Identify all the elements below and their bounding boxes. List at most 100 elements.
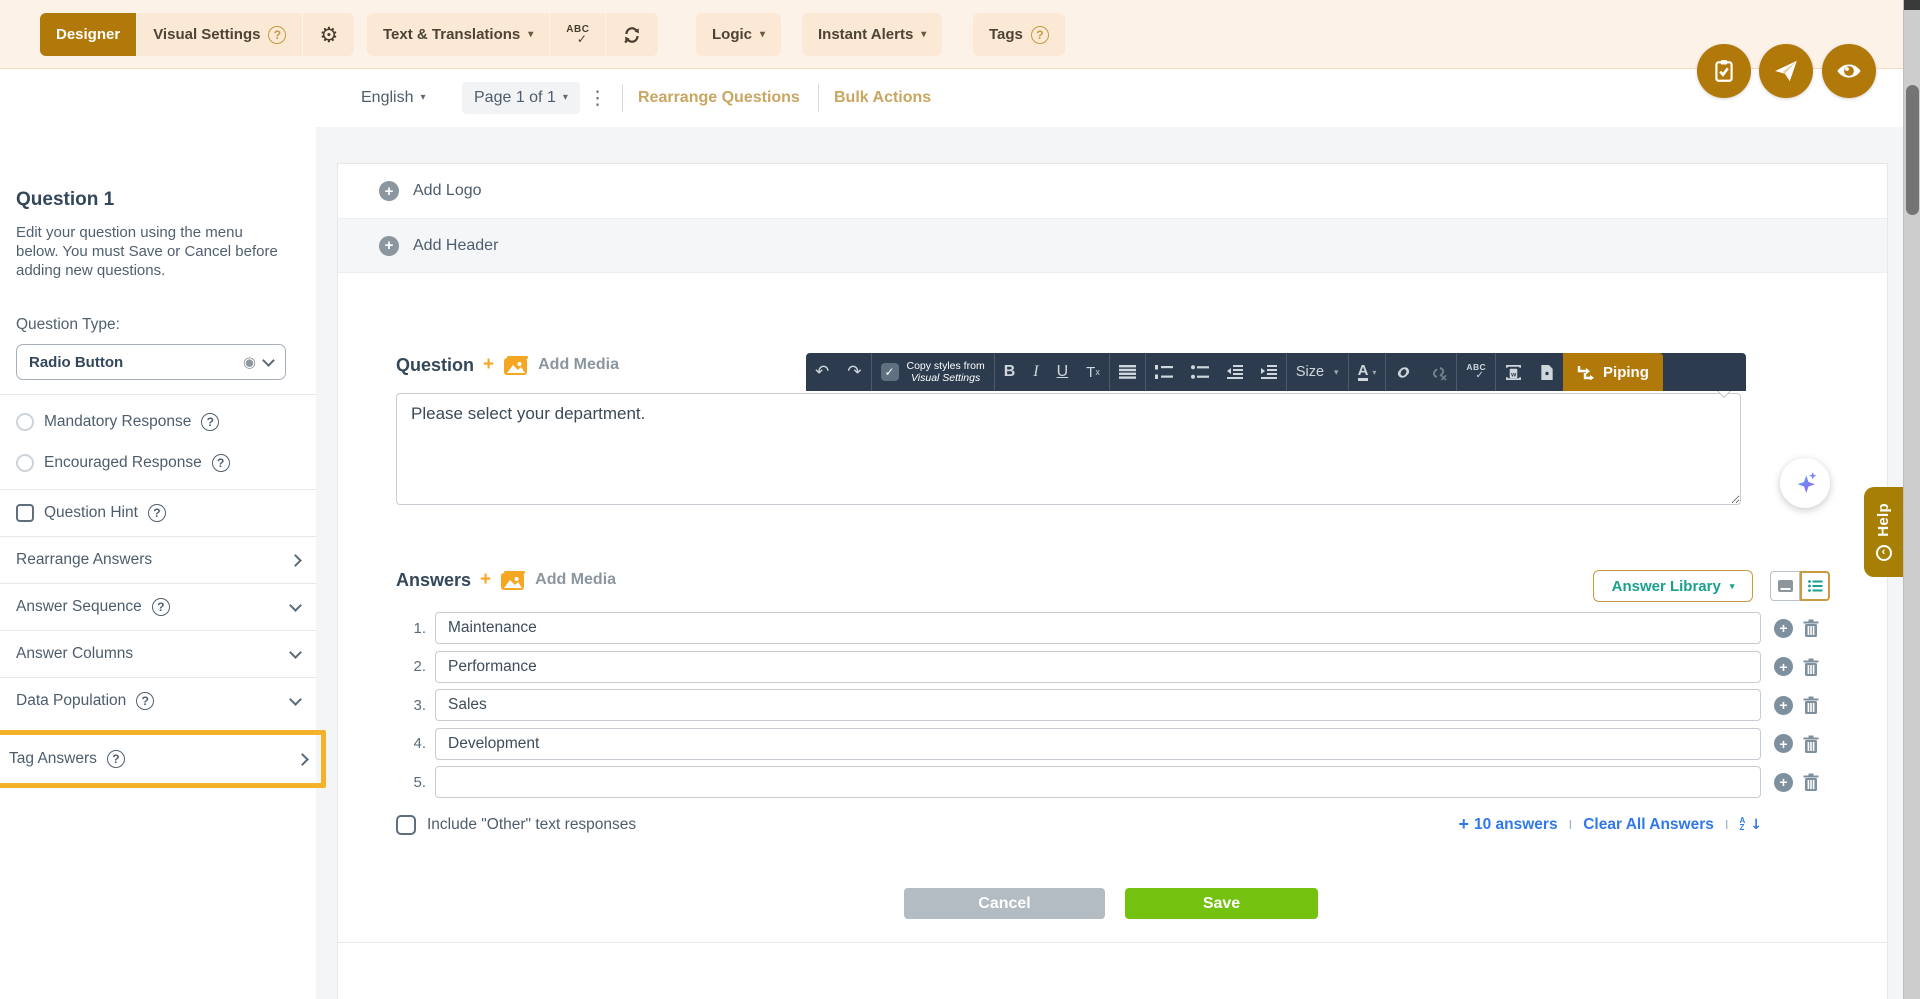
test-survey-button[interactable] <box>1697 44 1751 98</box>
redo-button[interactable]: ↷ <box>838 353 870 391</box>
page-menu-button[interactable]: ⋮ <box>588 69 607 127</box>
chevron-down-icon <box>289 693 302 706</box>
checkbox-icon[interactable] <box>16 504 34 522</box>
ordered-list-button[interactable] <box>1146 353 1182 391</box>
encouraged-response-option[interactable]: Encouraged Response ? <box>0 442 316 483</box>
answer-sequence-item[interactable]: Answer Sequence ? <box>0 584 316 630</box>
help-icon[interactable]: ? <box>268 26 286 44</box>
language-dropdown[interactable]: English ▾ <box>361 69 426 127</box>
share-survey-button[interactable] <box>1759 44 1813 98</box>
help-label: Help <box>1875 503 1892 537</box>
help-icon[interactable]: ? <box>107 750 125 768</box>
undo-button[interactable]: ↶ <box>806 353 838 391</box>
tab-visual-settings[interactable]: Visual Settings ? <box>137 13 303 56</box>
clear-formatting-button[interactable]: Tx <box>1077 353 1109 391</box>
answer-input-1[interactable] <box>435 612 1761 644</box>
trash-icon[interactable] <box>1803 773 1819 791</box>
include-other-option[interactable]: Include "Other" text responses <box>396 815 636 835</box>
question-text-input[interactable]: Please select your department. <box>396 393 1741 505</box>
tab-tags[interactable]: Tags ? <box>973 13 1065 56</box>
answer-library-dropdown[interactable]: Answer Library ▾ <box>1593 570 1753 602</box>
trash-icon[interactable] <box>1803 658 1819 676</box>
cancel-button[interactable]: Cancel <box>904 888 1105 919</box>
tab-text-translations[interactable]: Text & Translations ▾ <box>367 13 550 56</box>
mandatory-response-option[interactable]: Mandatory Response ? <box>0 401 316 442</box>
help-icon[interactable]: ? <box>1031 26 1049 44</box>
add-answer-icon[interactable]: + <box>1774 619 1793 638</box>
answer-input-3[interactable] <box>435 689 1761 721</box>
tab-logic[interactable]: Logic ▾ <box>696 13 781 56</box>
help-icon[interactable]: ? <box>148 504 166 522</box>
page-selector[interactable]: Page 1 of 1 ▾ <box>462 69 580 127</box>
add-answer-icon[interactable]: + <box>1774 696 1793 715</box>
link-button[interactable] <box>1386 353 1421 391</box>
add-answer-icon[interactable]: + <box>1774 734 1793 753</box>
indent-button[interactable] <box>1252 353 1286 391</box>
font-color-button[interactable]: A ▾ <box>1349 353 1386 391</box>
question-type-label: Question Type: <box>16 316 300 334</box>
piping-icon <box>1577 365 1595 380</box>
underline-button[interactable]: U <box>1048 353 1078 391</box>
question-type-dropdown[interactable]: Radio Button ◉ <box>16 344 286 380</box>
answer-columns-item[interactable]: Answer Columns <box>0 631 316 677</box>
paste-from-word-button[interactable]: w <box>1496 353 1531 391</box>
card-view-button[interactable] <box>1770 571 1800 601</box>
answer-input-2[interactable] <box>435 651 1761 683</box>
scrollbar-track[interactable] <box>1903 0 1920 999</box>
checkbox-icon[interactable] <box>396 815 416 835</box>
trash-icon[interactable] <box>1803 619 1819 637</box>
toolbar-spellcheck-button[interactable]: ABC ✓ <box>1457 353 1495 391</box>
tab-instant-alerts[interactable]: Instant Alerts ▾ <box>802 13 942 56</box>
answer-input-5[interactable] <box>435 766 1761 798</box>
italic-button[interactable]: I <box>1024 353 1047 391</box>
ai-assist-button[interactable] <box>1780 458 1830 508</box>
add-answer-icon[interactable]: + <box>1774 773 1793 792</box>
trash-icon[interactable] <box>1803 735 1819 753</box>
question-hint-option[interactable]: Question Hint ? <box>0 490 316 536</box>
answers-add-media-button[interactable]: Add Media <box>535 571 616 589</box>
rearrange-questions-button[interactable]: Rearrange Questions <box>638 69 800 127</box>
checkbox-checked-icon[interactable]: ✓ <box>881 363 899 381</box>
trash-icon[interactable] <box>1803 696 1819 714</box>
scrollbar-thumb[interactable] <box>1906 85 1919 215</box>
help-icon[interactable]: ? <box>136 692 154 710</box>
add-10-answers-link[interactable]: + 10 answers <box>1458 814 1557 835</box>
sort-answers-button[interactable]: A Z ↓ <box>1739 817 1762 833</box>
help-tab[interactable]: Help ‹ <box>1864 487 1903 577</box>
radio-icon[interactable] <box>16 454 34 472</box>
help-icon[interactable]: ? <box>212 454 230 472</box>
bold-button[interactable]: B <box>995 353 1025 391</box>
copy-styles-toggle[interactable]: ✓ Copy styles from Visual Settings <box>872 353 994 391</box>
add-answer-icon[interactable]: + <box>1774 657 1793 676</box>
outdent-button[interactable] <box>1218 353 1252 391</box>
piping-button[interactable]: Piping <box>1563 353 1663 391</box>
help-icon[interactable]: ? <box>201 413 219 431</box>
alignment-button[interactable] <box>1110 353 1145 391</box>
tag-answers-item[interactable]: Tag Answers ? <box>0 735 321 783</box>
unlink-button[interactable] <box>1421 353 1456 391</box>
radio-icon[interactable] <box>16 413 34 431</box>
media-image-icon[interactable] <box>500 570 526 591</box>
settings-gear-button[interactable]: ⚙ <box>303 13 354 56</box>
answer-input-4[interactable] <box>435 728 1761 760</box>
media-image-icon[interactable] <box>503 355 529 376</box>
source-code-button[interactable] <box>1531 353 1563 391</box>
outdent-icon <box>1227 365 1243 379</box>
data-population-item[interactable]: Data Population ? <box>0 678 316 724</box>
add-media-button[interactable]: Add Media <box>538 356 619 374</box>
add-header-button[interactable]: + Add Header <box>338 219 1887 273</box>
spellcheck-button[interactable]: ABC ✓ <box>550 13 606 56</box>
tab-designer[interactable]: Designer <box>40 13 137 56</box>
bulk-actions-button[interactable]: Bulk Actions <box>834 69 931 127</box>
help-icon[interactable]: ? <box>152 598 170 616</box>
preview-survey-button[interactable] <box>1822 44 1876 98</box>
add-logo-button[interactable]: + Add Logo <box>338 164 1887 219</box>
list-view-button[interactable] <box>1800 571 1830 601</box>
clear-all-answers-link[interactable]: Clear All Answers <box>1583 816 1714 834</box>
bullet-list-button[interactable] <box>1182 353 1218 391</box>
find-replace-button[interactable] <box>606 13 658 56</box>
rearrange-answers-item[interactable]: Rearrange Answers <box>0 537 316 583</box>
size-dropdown[interactable]: Size ▾ <box>1287 353 1348 391</box>
save-button[interactable]: Save <box>1125 888 1318 919</box>
answer-row: 3. + <box>396 689 1856 721</box>
